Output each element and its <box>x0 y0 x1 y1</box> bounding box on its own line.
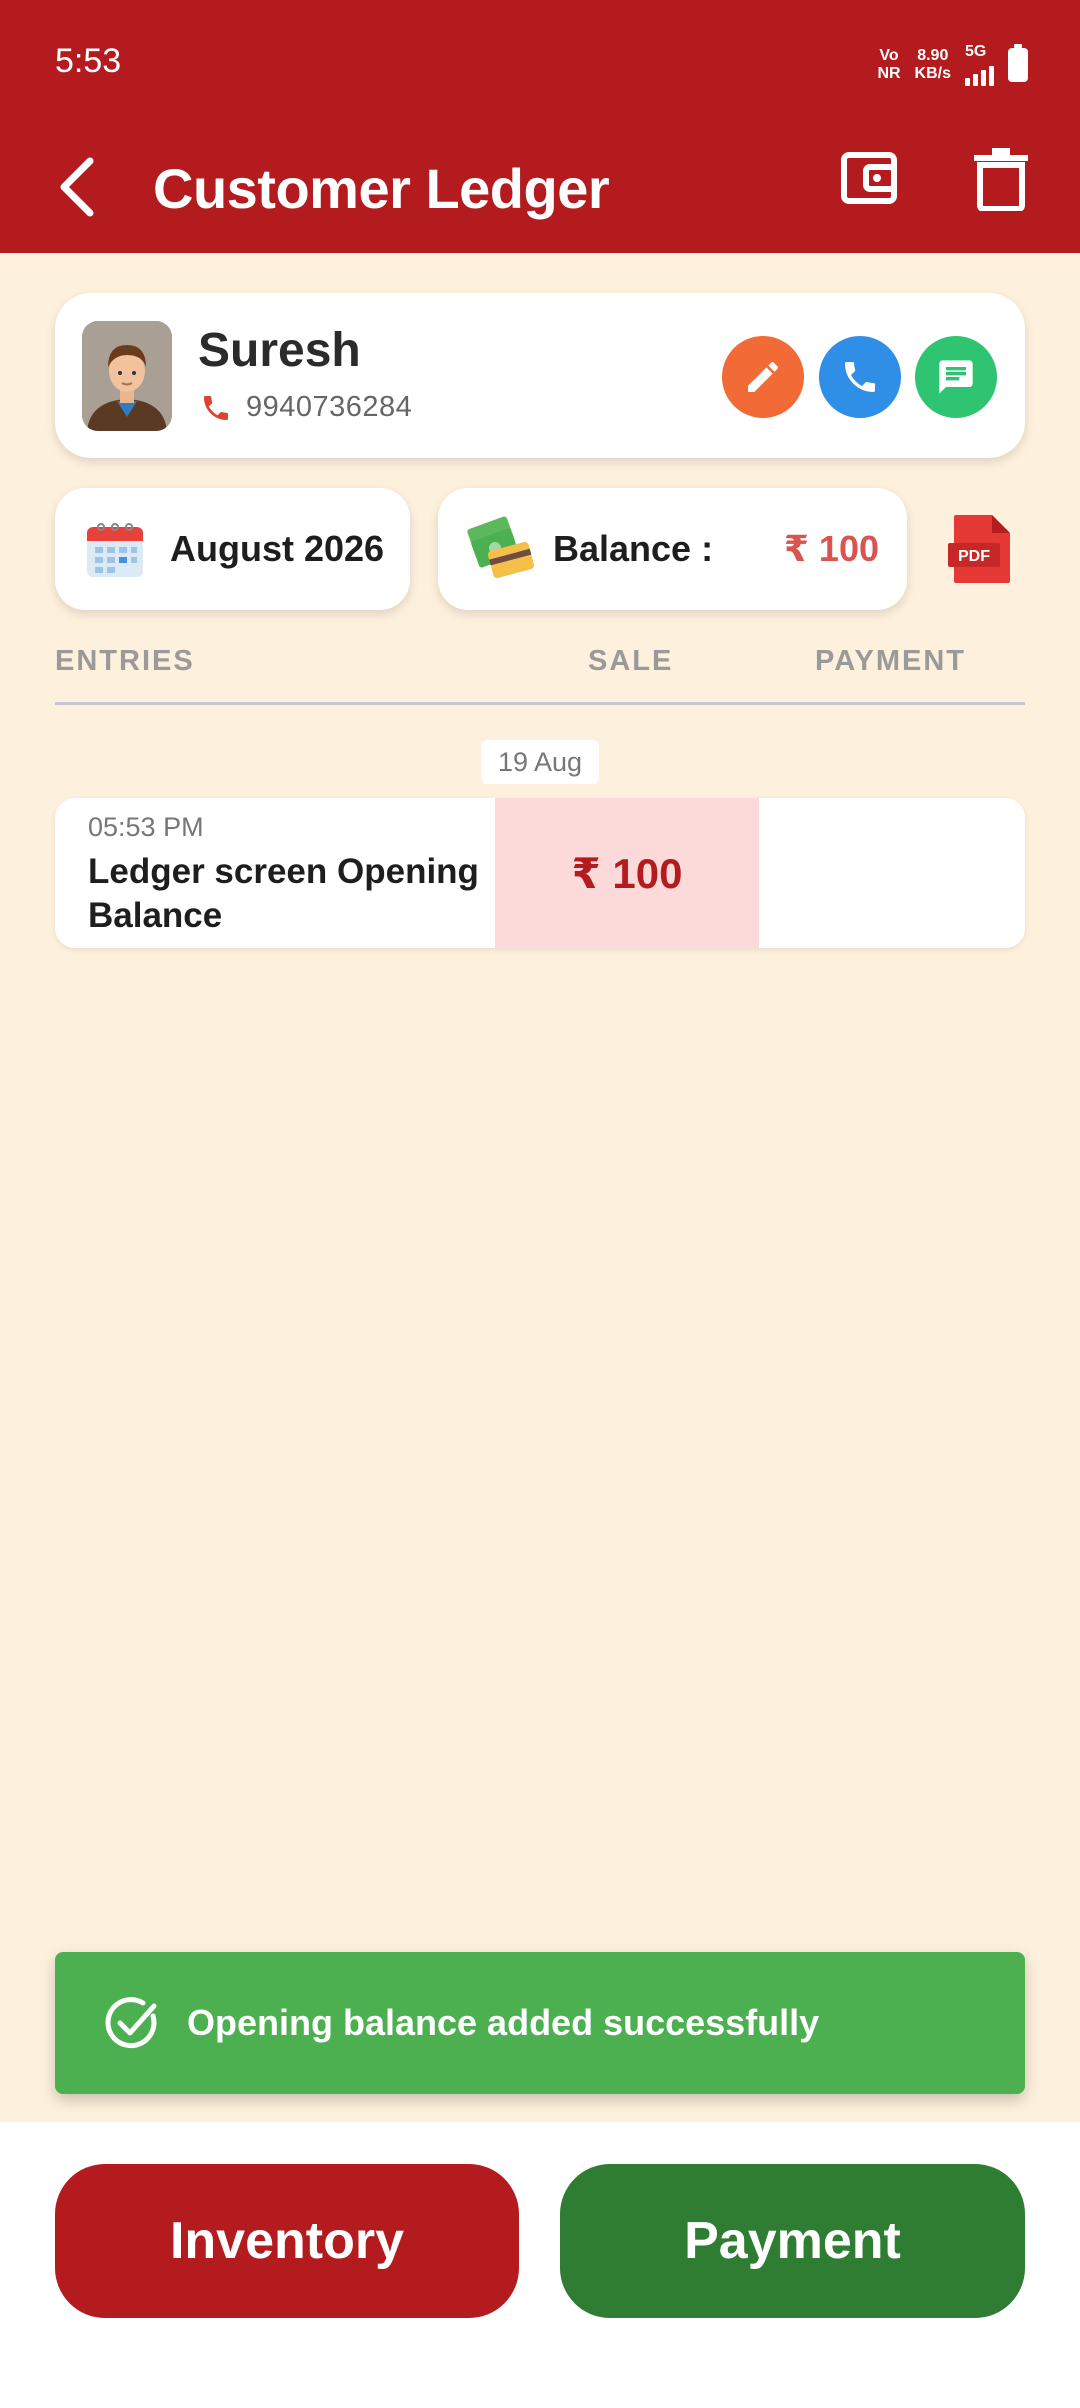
entry-time: 05:53 PM <box>88 812 204 842</box>
entry-sale-amount: ₹ 100 <box>495 798 759 948</box>
column-payment: PAYMENT <box>815 645 966 677</box>
edit-customer-button[interactable] <box>722 336 804 418</box>
calendar-icon <box>87 523 143 577</box>
delete-button[interactable] <box>970 145 1032 212</box>
wallet-button[interactable] <box>838 145 902 209</box>
pdf-icon: PDF <box>948 515 1010 583</box>
toast-message: Opening balance added successfully <box>187 2002 820 2043</box>
bottom-action-bar: Inventory Payment <box>0 2122 1080 2408</box>
entry-payment-amount <box>759 798 1025 948</box>
pencil-icon <box>748 362 778 392</box>
page-title: Customer Ledger <box>153 157 610 220</box>
balance-card: Balance : ₹ 100 <box>438 488 907 610</box>
trash-icon <box>974 148 1028 212</box>
status-indicators: Vo NR 8.90 KB/s 5G <box>877 44 1028 86</box>
volte-indicator: Vo NR <box>877 47 901 82</box>
status-bar: 5:53 Vo NR 8.90 KB/s 5G <box>0 0 1080 125</box>
balance-label: Balance : <box>553 528 714 569</box>
customer-card: Suresh 9940736284 <box>55 293 1025 458</box>
entry-description: Ledger screen Opening Balance <box>88 852 479 935</box>
avatar <box>82 321 172 431</box>
signal-icon <box>965 60 994 86</box>
pdf-export-button[interactable]: PDF <box>948 513 1014 585</box>
wallet-icon <box>841 152 897 204</box>
divider <box>55 702 1025 705</box>
month-selector[interactable]: August 2026 <box>55 488 410 610</box>
back-arrow-icon <box>60 157 94 217</box>
user-avatar-icon <box>82 321 172 431</box>
network-speed: 8.90 KB/s <box>914 47 951 82</box>
customer-phone: 9940736284 <box>246 391 413 423</box>
success-toast: Opening balance added successfully <box>55 1952 1025 2094</box>
app-bar: Customer Ledger <box>0 125 1080 253</box>
money-icon <box>467 516 535 579</box>
battery-icon <box>1008 44 1028 82</box>
column-entries: ENTRIES <box>55 645 195 677</box>
back-button[interactable] <box>50 147 120 227</box>
check-circle-icon <box>105 1997 157 2049</box>
message-customer-button[interactable] <box>915 336 997 418</box>
phone-icon <box>845 362 875 392</box>
customer-phone-row: 9940736284 <box>200 391 412 424</box>
date-chip: 19 Aug <box>481 740 599 784</box>
call-customer-button[interactable] <box>819 336 901 418</box>
phone-icon <box>204 395 228 420</box>
payment-button[interactable]: Payment <box>560 2164 1025 2318</box>
network-indicator: 5G <box>965 44 994 86</box>
customer-name: Suresh <box>198 324 361 377</box>
column-sale: SALE <box>588 645 674 677</box>
message-icon <box>939 360 973 394</box>
ledger-column-headers: ENTRIES SALE PAYMENT <box>55 645 1025 685</box>
balance-value: ₹ 100 <box>783 528 879 569</box>
inventory-button[interactable]: Inventory <box>55 2164 519 2318</box>
svg-text:PDF: PDF <box>958 548 990 565</box>
month-label: August 2026 <box>170 528 385 569</box>
status-time: 5:53 <box>55 42 122 80</box>
ledger-entry[interactable]: 05:53 PM Ledger screen Opening Balance ₹… <box>55 798 1025 948</box>
